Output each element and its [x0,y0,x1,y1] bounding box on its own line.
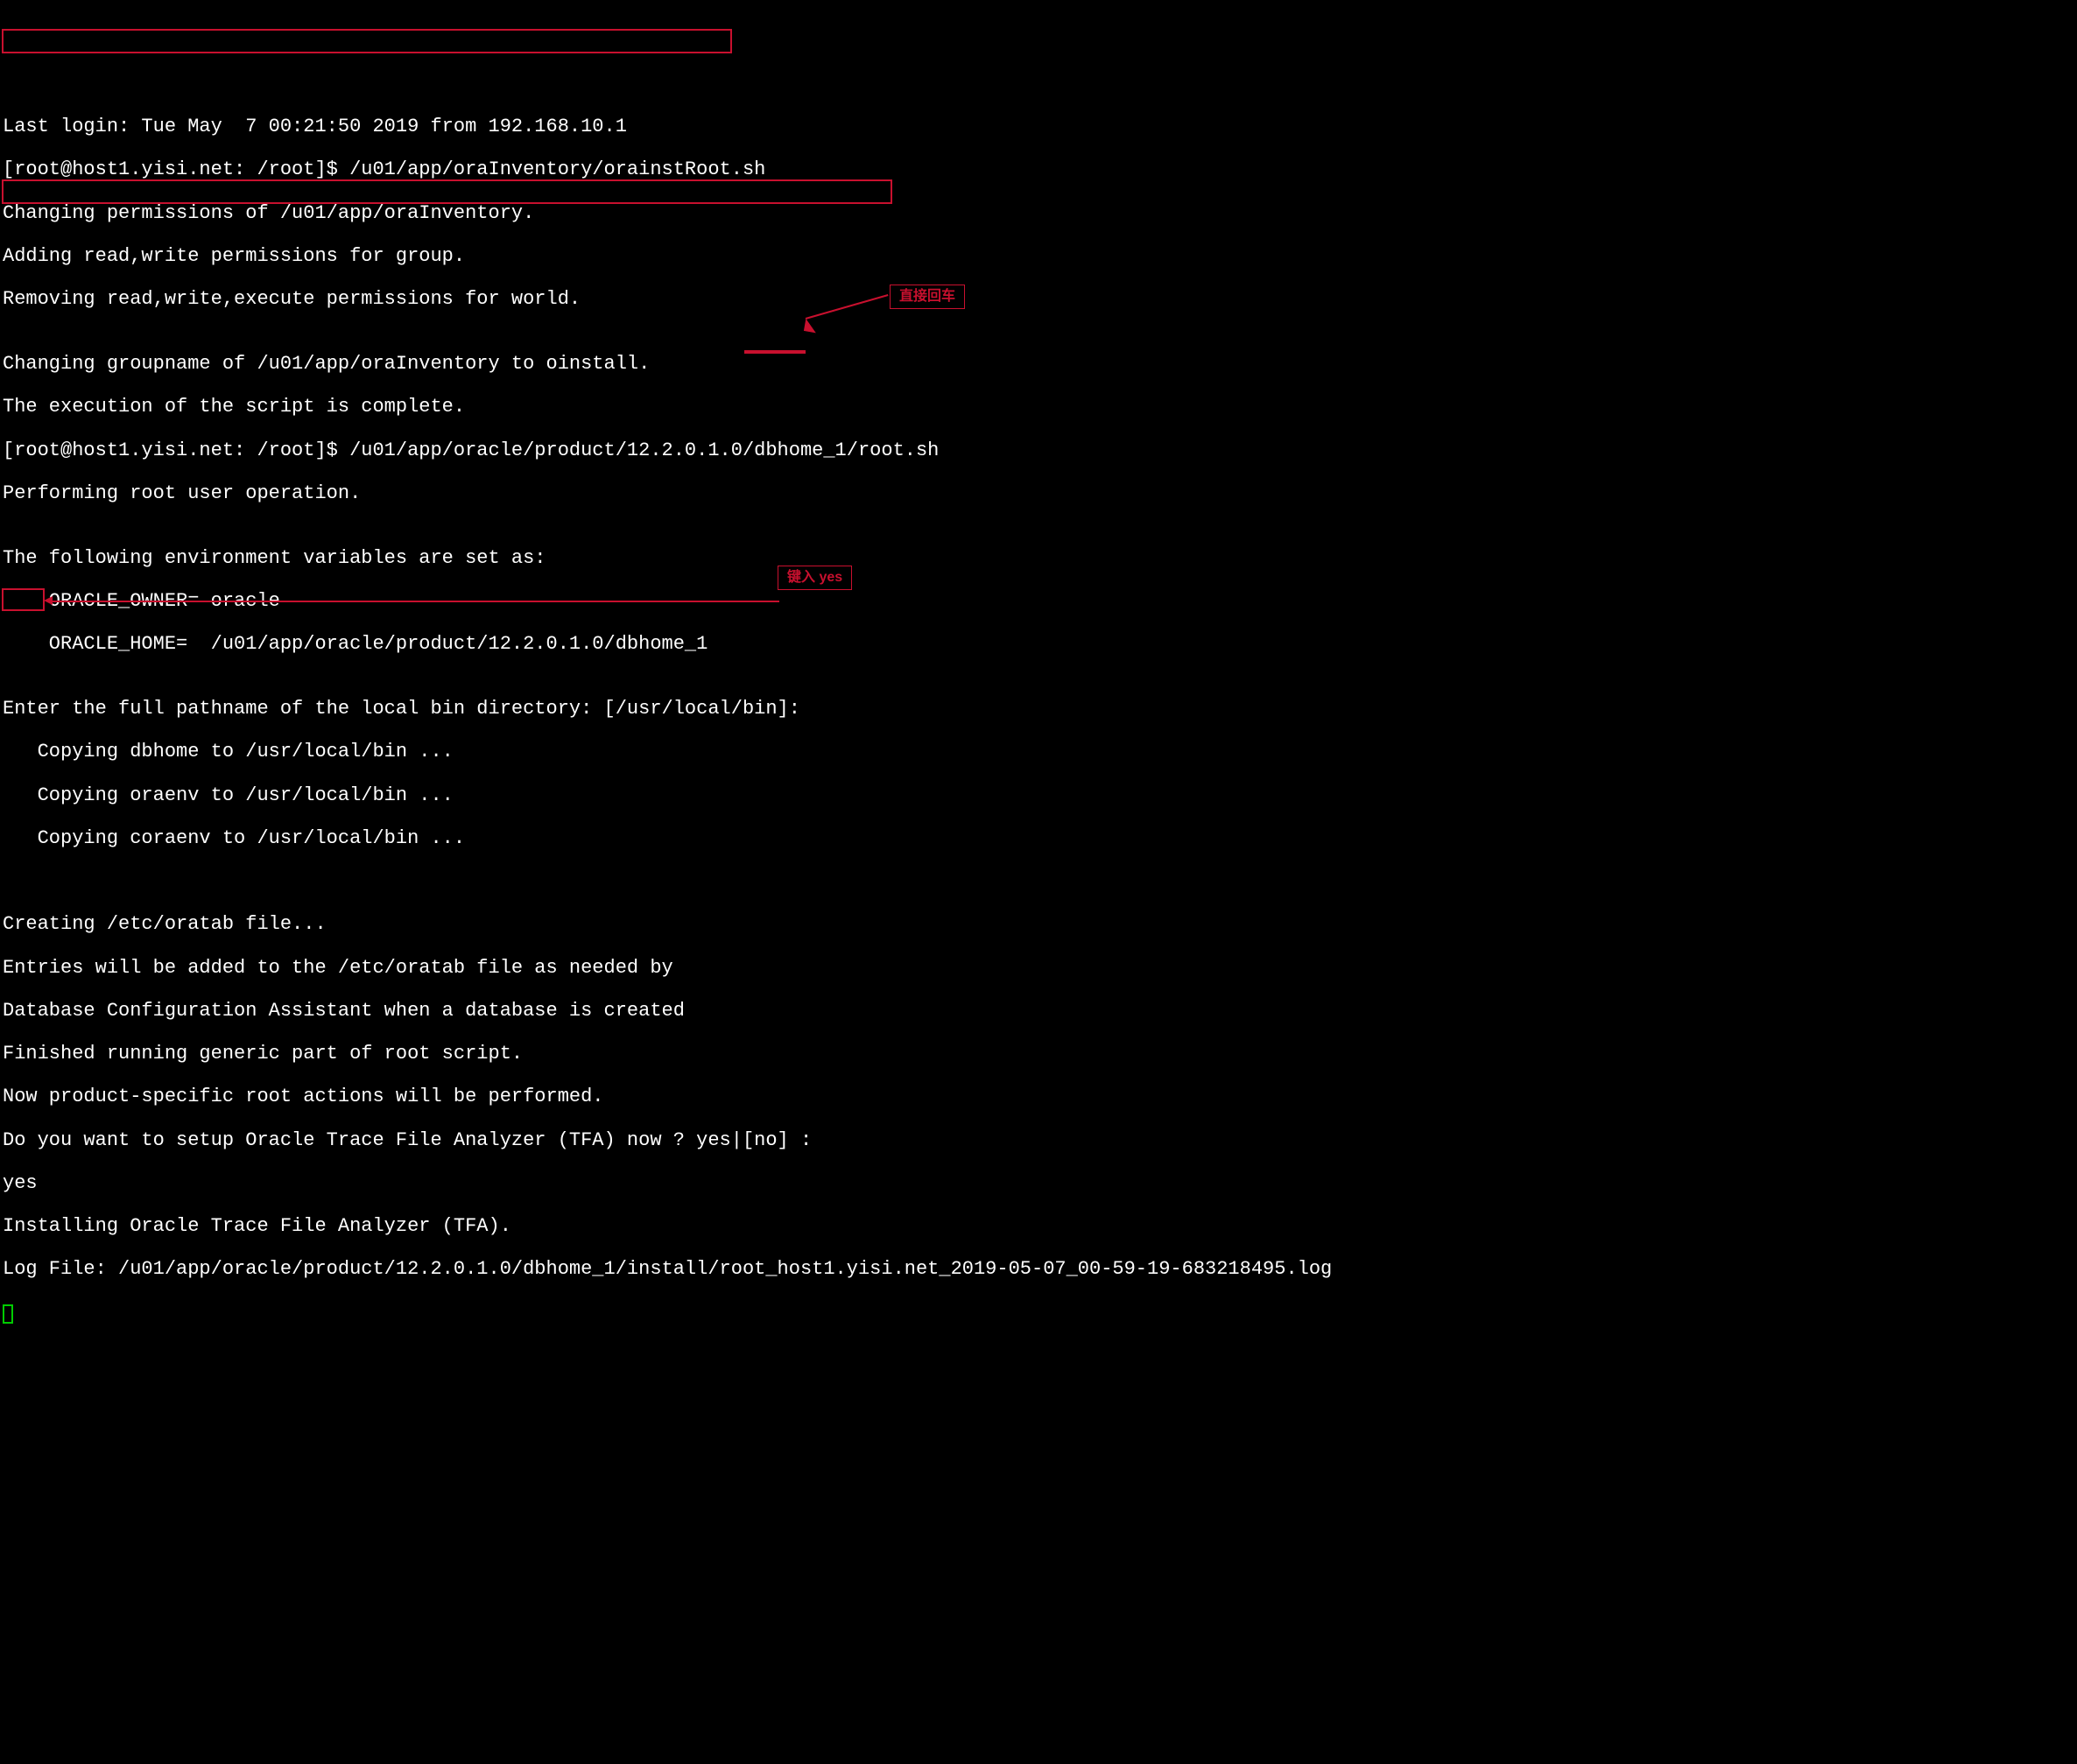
terminal-line: Changing permissions of /u01/app/oraInve… [3,203,2074,225]
arrow-line-icon [48,601,779,602]
terminal-line: Copying dbhome to /usr/local/bin ... [3,741,2074,763]
terminal-line: Performing root user operation. [3,483,2074,505]
terminal-line: Now product-specific root actions will b… [3,1086,2074,1108]
terminal-prompt-line: [root@host1.yisi.net: /root]$ /u01/app/o… [3,440,2074,462]
annotation-type-yes: 键入 yes [778,566,852,590]
terminal-cursor-line[interactable] [3,1303,2074,1325]
terminal-input-prompt[interactable]: Do you want to setup Oracle Trace File A… [3,1130,2074,1152]
underline-icon [744,350,806,354]
terminal-prompt-line: [root@host1.yisi.net: /root]$ /u01/app/o… [3,159,2074,181]
terminal-line: Finished running generic part of root sc… [3,1044,2074,1065]
terminal-line: Last login: Tue May 7 00:21:50 2019 from… [3,116,2074,138]
terminal-line: Copying coraenv to /usr/local/bin ... [3,828,2074,850]
cursor-icon [3,1304,13,1324]
terminal-line: Database Configuration Assistant when a … [3,1001,2074,1023]
annotation-press-enter: 直接回车 [890,285,965,309]
terminal-line: Removing read,write,execute permissions … [3,289,2074,311]
terminal-line: Changing groupname of /u01/app/oraInvent… [3,354,2074,376]
terminal-line: Log File: /u01/app/oracle/product/12.2.0… [3,1259,2074,1281]
highlight-box-command-1 [2,29,732,53]
terminal-output: Last login: Tue May 7 00:21:50 2019 from… [3,95,2074,1346]
terminal-line: Entries will be added to the /etc/oratab… [3,958,2074,980]
terminal-line: Copying oraenv to /usr/local/bin ... [3,785,2074,807]
terminal-input-prompt[interactable]: Enter the full pathname of the local bin… [3,699,2074,720]
terminal-line: The following environment variables are … [3,548,2074,570]
terminal-line: Adding read,write permissions for group. [3,246,2074,268]
terminal-line: Installing Oracle Trace File Analyzer (T… [3,1216,2074,1238]
terminal-line: ORACLE_HOME= /u01/app/oracle/product/12.… [3,634,2074,656]
terminal-line: Creating /etc/oratab file... [3,914,2074,936]
terminal-line: The execution of the script is complete. [3,397,2074,418]
terminal-user-input: yes [3,1173,2074,1195]
arrow-head-icon [44,596,53,605]
